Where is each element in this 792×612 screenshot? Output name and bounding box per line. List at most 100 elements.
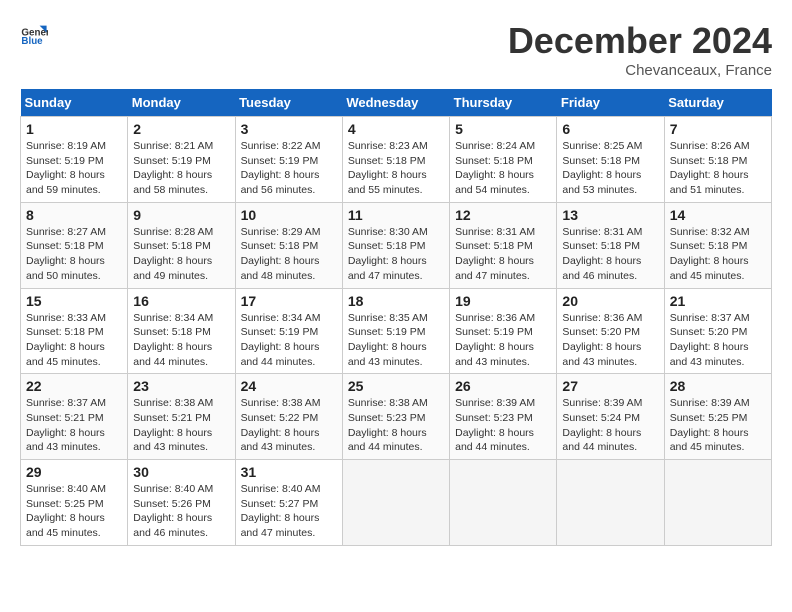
day-number: 13 xyxy=(562,207,658,223)
calendar-header-row: Sunday Monday Tuesday Wednesday Thursday… xyxy=(21,89,772,117)
day-number: 6 xyxy=(562,121,658,137)
day-info: Sunrise: 8:39 AM Sunset: 5:25 PM Dayligh… xyxy=(670,396,766,455)
day-info: Sunrise: 8:26 AM Sunset: 5:18 PM Dayligh… xyxy=(670,139,766,198)
calendar-cell: 24 Sunrise: 8:38 AM Sunset: 5:22 PM Dayl… xyxy=(235,374,342,460)
day-info: Sunrise: 8:38 AM Sunset: 5:23 PM Dayligh… xyxy=(348,396,444,455)
calendar-cell: 27 Sunrise: 8:39 AM Sunset: 5:24 PM Dayl… xyxy=(557,374,664,460)
day-info: Sunrise: 8:19 AM Sunset: 5:19 PM Dayligh… xyxy=(26,139,122,198)
logo-icon: General Blue xyxy=(20,20,48,48)
calendar-cell: 22 Sunrise: 8:37 AM Sunset: 5:21 PM Dayl… xyxy=(21,374,128,460)
day-number: 28 xyxy=(670,378,766,394)
calendar-cell: 25 Sunrise: 8:38 AM Sunset: 5:23 PM Dayl… xyxy=(342,374,449,460)
day-number: 7 xyxy=(670,121,766,137)
day-info: Sunrise: 8:39 AM Sunset: 5:24 PM Dayligh… xyxy=(562,396,658,455)
calendar-cell: 29 Sunrise: 8:40 AM Sunset: 5:25 PM Dayl… xyxy=(21,460,128,546)
calendar-cell: 3 Sunrise: 8:22 AM Sunset: 5:19 PM Dayli… xyxy=(235,117,342,203)
calendar-cell: 31 Sunrise: 8:40 AM Sunset: 5:27 PM Dayl… xyxy=(235,460,342,546)
calendar-cell: 28 Sunrise: 8:39 AM Sunset: 5:25 PM Dayl… xyxy=(664,374,771,460)
calendar-cell: 10 Sunrise: 8:29 AM Sunset: 5:18 PM Dayl… xyxy=(235,202,342,288)
calendar-cell: 12 Sunrise: 8:31 AM Sunset: 5:18 PM Dayl… xyxy=(450,202,557,288)
col-sunday: Sunday xyxy=(21,89,128,117)
day-info: Sunrise: 8:22 AM Sunset: 5:19 PM Dayligh… xyxy=(241,139,337,198)
day-info: Sunrise: 8:24 AM Sunset: 5:18 PM Dayligh… xyxy=(455,139,551,198)
day-info: Sunrise: 8:36 AM Sunset: 5:19 PM Dayligh… xyxy=(455,311,551,370)
calendar-cell xyxy=(664,460,771,546)
day-info: Sunrise: 8:27 AM Sunset: 5:18 PM Dayligh… xyxy=(26,225,122,284)
calendar-cell: 19 Sunrise: 8:36 AM Sunset: 5:19 PM Dayl… xyxy=(450,288,557,374)
day-info: Sunrise: 8:37 AM Sunset: 5:20 PM Dayligh… xyxy=(670,311,766,370)
calendar-cell: 30 Sunrise: 8:40 AM Sunset: 5:26 PM Dayl… xyxy=(128,460,235,546)
day-number: 12 xyxy=(455,207,551,223)
calendar-cell: 4 Sunrise: 8:23 AM Sunset: 5:18 PM Dayli… xyxy=(342,117,449,203)
svg-text:Blue: Blue xyxy=(21,36,43,47)
day-info: Sunrise: 8:34 AM Sunset: 5:19 PM Dayligh… xyxy=(241,311,337,370)
calendar-cell: 15 Sunrise: 8:33 AM Sunset: 5:18 PM Dayl… xyxy=(21,288,128,374)
calendar-cell: 2 Sunrise: 8:21 AM Sunset: 5:19 PM Dayli… xyxy=(128,117,235,203)
day-number: 23 xyxy=(133,378,229,394)
day-info: Sunrise: 8:25 AM Sunset: 5:18 PM Dayligh… xyxy=(562,139,658,198)
day-number: 16 xyxy=(133,293,229,309)
day-info: Sunrise: 8:33 AM Sunset: 5:18 PM Dayligh… xyxy=(26,311,122,370)
day-number: 1 xyxy=(26,121,122,137)
calendar-cell: 13 Sunrise: 8:31 AM Sunset: 5:18 PM Dayl… xyxy=(557,202,664,288)
calendar-cell: 5 Sunrise: 8:24 AM Sunset: 5:18 PM Dayli… xyxy=(450,117,557,203)
calendar-cell: 8 Sunrise: 8:27 AM Sunset: 5:18 PM Dayli… xyxy=(21,202,128,288)
day-info: Sunrise: 8:36 AM Sunset: 5:20 PM Dayligh… xyxy=(562,311,658,370)
day-number: 30 xyxy=(133,464,229,480)
day-number: 27 xyxy=(562,378,658,394)
day-info: Sunrise: 8:31 AM Sunset: 5:18 PM Dayligh… xyxy=(455,225,551,284)
title-section: December 2024 Chevanceaux, France xyxy=(508,20,772,79)
calendar-cell xyxy=(342,460,449,546)
calendar-table: Sunday Monday Tuesday Wednesday Thursday… xyxy=(20,89,772,546)
logo: General Blue xyxy=(20,20,48,48)
location: Chevanceaux, France xyxy=(508,62,772,79)
calendar-cell: 26 Sunrise: 8:39 AM Sunset: 5:23 PM Dayl… xyxy=(450,374,557,460)
col-saturday: Saturday xyxy=(664,89,771,117)
calendar-cell: 9 Sunrise: 8:28 AM Sunset: 5:18 PM Dayli… xyxy=(128,202,235,288)
day-number: 11 xyxy=(348,207,444,223)
calendar-cell: 20 Sunrise: 8:36 AM Sunset: 5:20 PM Dayl… xyxy=(557,288,664,374)
col-wednesday: Wednesday xyxy=(342,89,449,117)
calendar-cell: 14 Sunrise: 8:32 AM Sunset: 5:18 PM Dayl… xyxy=(664,202,771,288)
day-info: Sunrise: 8:23 AM Sunset: 5:18 PM Dayligh… xyxy=(348,139,444,198)
day-number: 21 xyxy=(670,293,766,309)
day-number: 18 xyxy=(348,293,444,309)
day-info: Sunrise: 8:40 AM Sunset: 5:26 PM Dayligh… xyxy=(133,482,229,541)
col-friday: Friday xyxy=(557,89,664,117)
calendar-week-1: 1 Sunrise: 8:19 AM Sunset: 5:19 PM Dayli… xyxy=(21,117,772,203)
day-number: 10 xyxy=(241,207,337,223)
month-title: December 2024 xyxy=(508,20,772,62)
calendar-cell xyxy=(450,460,557,546)
calendar-cell: 21 Sunrise: 8:37 AM Sunset: 5:20 PM Dayl… xyxy=(664,288,771,374)
col-tuesday: Tuesday xyxy=(235,89,342,117)
day-info: Sunrise: 8:35 AM Sunset: 5:19 PM Dayligh… xyxy=(348,311,444,370)
calendar-cell: 23 Sunrise: 8:38 AM Sunset: 5:21 PM Dayl… xyxy=(128,374,235,460)
day-number: 19 xyxy=(455,293,551,309)
calendar-week-3: 15 Sunrise: 8:33 AM Sunset: 5:18 PM Dayl… xyxy=(21,288,772,374)
day-info: Sunrise: 8:40 AM Sunset: 5:25 PM Dayligh… xyxy=(26,482,122,541)
calendar-cell: 7 Sunrise: 8:26 AM Sunset: 5:18 PM Dayli… xyxy=(664,117,771,203)
calendar-cell xyxy=(557,460,664,546)
day-info: Sunrise: 8:34 AM Sunset: 5:18 PM Dayligh… xyxy=(133,311,229,370)
calendar-week-2: 8 Sunrise: 8:27 AM Sunset: 5:18 PM Dayli… xyxy=(21,202,772,288)
day-number: 5 xyxy=(455,121,551,137)
day-number: 29 xyxy=(26,464,122,480)
col-thursday: Thursday xyxy=(450,89,557,117)
day-info: Sunrise: 8:29 AM Sunset: 5:18 PM Dayligh… xyxy=(241,225,337,284)
day-number: 22 xyxy=(26,378,122,394)
day-number: 3 xyxy=(241,121,337,137)
day-number: 26 xyxy=(455,378,551,394)
calendar-cell: 16 Sunrise: 8:34 AM Sunset: 5:18 PM Dayl… xyxy=(128,288,235,374)
day-number: 31 xyxy=(241,464,337,480)
calendar-cell: 11 Sunrise: 8:30 AM Sunset: 5:18 PM Dayl… xyxy=(342,202,449,288)
day-info: Sunrise: 8:28 AM Sunset: 5:18 PM Dayligh… xyxy=(133,225,229,284)
day-number: 25 xyxy=(348,378,444,394)
calendar-cell: 6 Sunrise: 8:25 AM Sunset: 5:18 PM Dayli… xyxy=(557,117,664,203)
day-number: 17 xyxy=(241,293,337,309)
calendar-week-5: 29 Sunrise: 8:40 AM Sunset: 5:25 PM Dayl… xyxy=(21,460,772,546)
calendar-cell: 17 Sunrise: 8:34 AM Sunset: 5:19 PM Dayl… xyxy=(235,288,342,374)
day-number: 9 xyxy=(133,207,229,223)
day-info: Sunrise: 8:40 AM Sunset: 5:27 PM Dayligh… xyxy=(241,482,337,541)
page-header: General Blue December 2024 Chevanceaux, … xyxy=(20,20,772,79)
day-info: Sunrise: 8:31 AM Sunset: 5:18 PM Dayligh… xyxy=(562,225,658,284)
